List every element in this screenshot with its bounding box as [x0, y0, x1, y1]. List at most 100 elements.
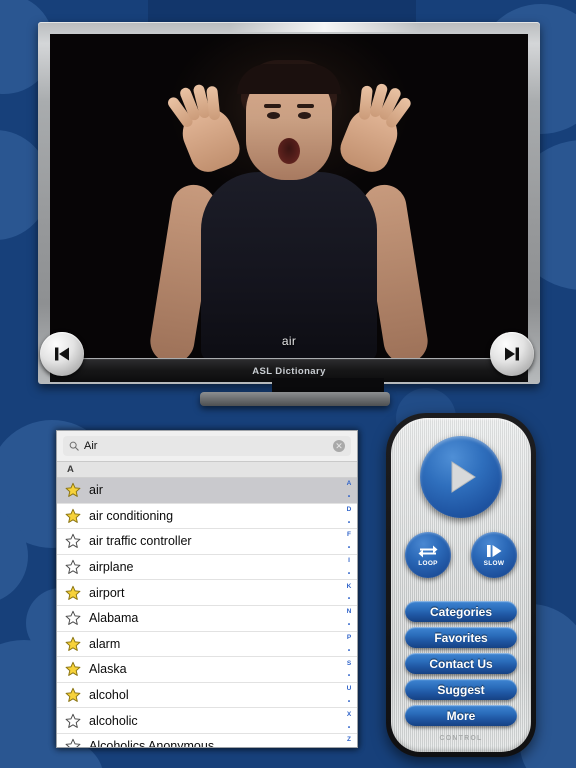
- slow-button-label: SLOW: [483, 560, 505, 567]
- video-screen[interactable]: air: [50, 34, 528, 358]
- list-item[interactable]: Alcoholics Anonymous: [57, 733, 357, 748]
- list-item-label: alcoholic: [89, 713, 138, 728]
- search-field[interactable]: ✕: [63, 436, 351, 456]
- index-letter[interactable]: •: [348, 721, 350, 734]
- star-filled-icon[interactable]: [65, 508, 81, 524]
- index-letter[interactable]: K: [347, 581, 352, 594]
- list-item[interactable]: air: [57, 478, 357, 504]
- performer-hairline: [237, 64, 341, 94]
- index-letter[interactable]: A: [347, 478, 352, 491]
- previous-word-button[interactable]: [40, 332, 84, 376]
- performer-hand-left: [165, 83, 245, 178]
- list-item-label: alarm: [89, 636, 121, 651]
- index-letter[interactable]: U: [347, 683, 352, 696]
- word-list-panel: ✕ A air air conditioning air traffic contr…: [56, 430, 358, 748]
- index-letter[interactable]: D: [347, 504, 352, 517]
- index-letter[interactable]: •: [348, 696, 350, 709]
- performer-brow: [264, 104, 281, 108]
- clear-search-button[interactable]: ✕: [333, 440, 345, 452]
- list-item-label: airport: [89, 585, 125, 600]
- list-item-label: Alcoholics Anonymous: [89, 739, 215, 748]
- index-letter[interactable]: I: [348, 555, 350, 568]
- video-caption: air: [281, 334, 297, 348]
- list-item[interactable]: Alabama: [57, 605, 357, 632]
- more-button[interactable]: More: [405, 705, 517, 726]
- star-filled-icon[interactable]: [65, 585, 81, 601]
- list-section-header: A: [57, 462, 357, 478]
- performer-eye: [267, 112, 280, 119]
- star-filled-icon[interactable]: [65, 636, 81, 652]
- loop-button[interactable]: LOOP: [405, 532, 451, 578]
- star-filled-icon[interactable]: [65, 687, 81, 703]
- star-outline-icon[interactable]: [65, 738, 81, 748]
- list-item[interactable]: Alaska: [57, 657, 357, 683]
- star-outline-icon[interactable]: [65, 533, 81, 549]
- performer-mouth: [278, 138, 300, 164]
- slow-button[interactable]: SLOW: [471, 532, 517, 578]
- asl-video: [50, 34, 528, 358]
- tv-frame: air ASL Dictionary: [38, 22, 540, 384]
- list-item-label: Alabama: [89, 611, 139, 626]
- next-word-button[interactable]: [490, 332, 534, 376]
- remote-face: LOOP SLOW Categories Favorites Contact U…: [391, 418, 531, 752]
- star-filled-icon[interactable]: [65, 482, 81, 498]
- index-letter[interactable]: P: [347, 632, 351, 645]
- star-outline-icon[interactable]: [65, 713, 81, 729]
- slow-icon: [487, 545, 502, 557]
- list-item-label: airplane: [89, 560, 134, 575]
- performer-finger: [206, 85, 221, 121]
- remote-control: LOOP SLOW Categories Favorites Contact U…: [386, 413, 536, 757]
- remote-brand-label: CONTROL: [439, 735, 483, 742]
- index-letter[interactable]: •: [348, 619, 350, 632]
- performer-eye: [298, 112, 311, 119]
- star-outline-icon[interactable]: [65, 610, 81, 626]
- search-bar: ✕: [57, 431, 357, 462]
- index-letter[interactable]: F: [347, 529, 351, 542]
- list-item[interactable]: alarm: [57, 631, 357, 658]
- contact-us-button[interactable]: Contact Us: [405, 653, 517, 674]
- list-item[interactable]: alcoholic: [57, 708, 357, 734]
- favorites-button[interactable]: Favorites: [405, 627, 517, 648]
- index-letter[interactable]: •: [348, 593, 350, 606]
- index-letter[interactable]: •: [348, 516, 350, 529]
- categories-button[interactable]: Categories: [405, 601, 517, 622]
- index-letter[interactable]: S: [347, 657, 351, 670]
- performer-brow: [297, 104, 314, 108]
- performer-hand-right: [335, 82, 413, 178]
- loop-button-label: LOOP: [418, 560, 438, 567]
- index-letter[interactable]: •: [348, 670, 350, 683]
- performer-torso: [201, 172, 377, 358]
- play-button[interactable]: [420, 436, 502, 518]
- list-item[interactable]: air conditioning: [57, 503, 357, 530]
- list-item-label: air conditioning: [89, 508, 174, 523]
- list-item[interactable]: air traffic controller: [57, 529, 357, 555]
- skip-forward-icon: [505, 347, 519, 361]
- list-item-label: air: [89, 483, 103, 498]
- index-letter[interactable]: X: [347, 709, 351, 722]
- list-item-label: Alaska: [89, 662, 127, 677]
- tv-brand-label: ASL Dictionary: [252, 365, 326, 377]
- skip-backward-icon: [55, 347, 69, 361]
- list-item-label: alcohol: [89, 688, 129, 703]
- suggest-button[interactable]: Suggest: [405, 679, 517, 700]
- loop-icon: [418, 545, 438, 558]
- tv-stand-base: [200, 392, 390, 406]
- index-letter[interactable]: •: [348, 491, 350, 504]
- index-letter[interactable]: •: [348, 542, 350, 555]
- list-item-label: air traffic controller: [89, 534, 192, 549]
- play-icon: [451, 461, 476, 493]
- index-letter[interactable]: Z: [347, 734, 351, 747]
- index-letter[interactable]: •: [348, 645, 350, 658]
- list-item[interactable]: airplane: [57, 554, 357, 581]
- star-outline-icon[interactable]: [65, 559, 81, 575]
- word-list-rows: air air conditioning air traffic controlle…: [57, 478, 357, 748]
- alphabet-index-strip[interactable]: A • D • F • I • K • N • P • S • U • X • Z: [341, 476, 357, 747]
- search-icon: [69, 441, 79, 451]
- clear-icon: ✕: [335, 440, 343, 451]
- list-item[interactable]: alcohol: [57, 682, 357, 709]
- index-letter[interactable]: N: [347, 606, 352, 619]
- index-letter[interactable]: •: [348, 568, 350, 581]
- search-input[interactable]: [84, 440, 328, 452]
- star-filled-icon[interactable]: [65, 661, 81, 677]
- list-item[interactable]: airport: [57, 580, 357, 606]
